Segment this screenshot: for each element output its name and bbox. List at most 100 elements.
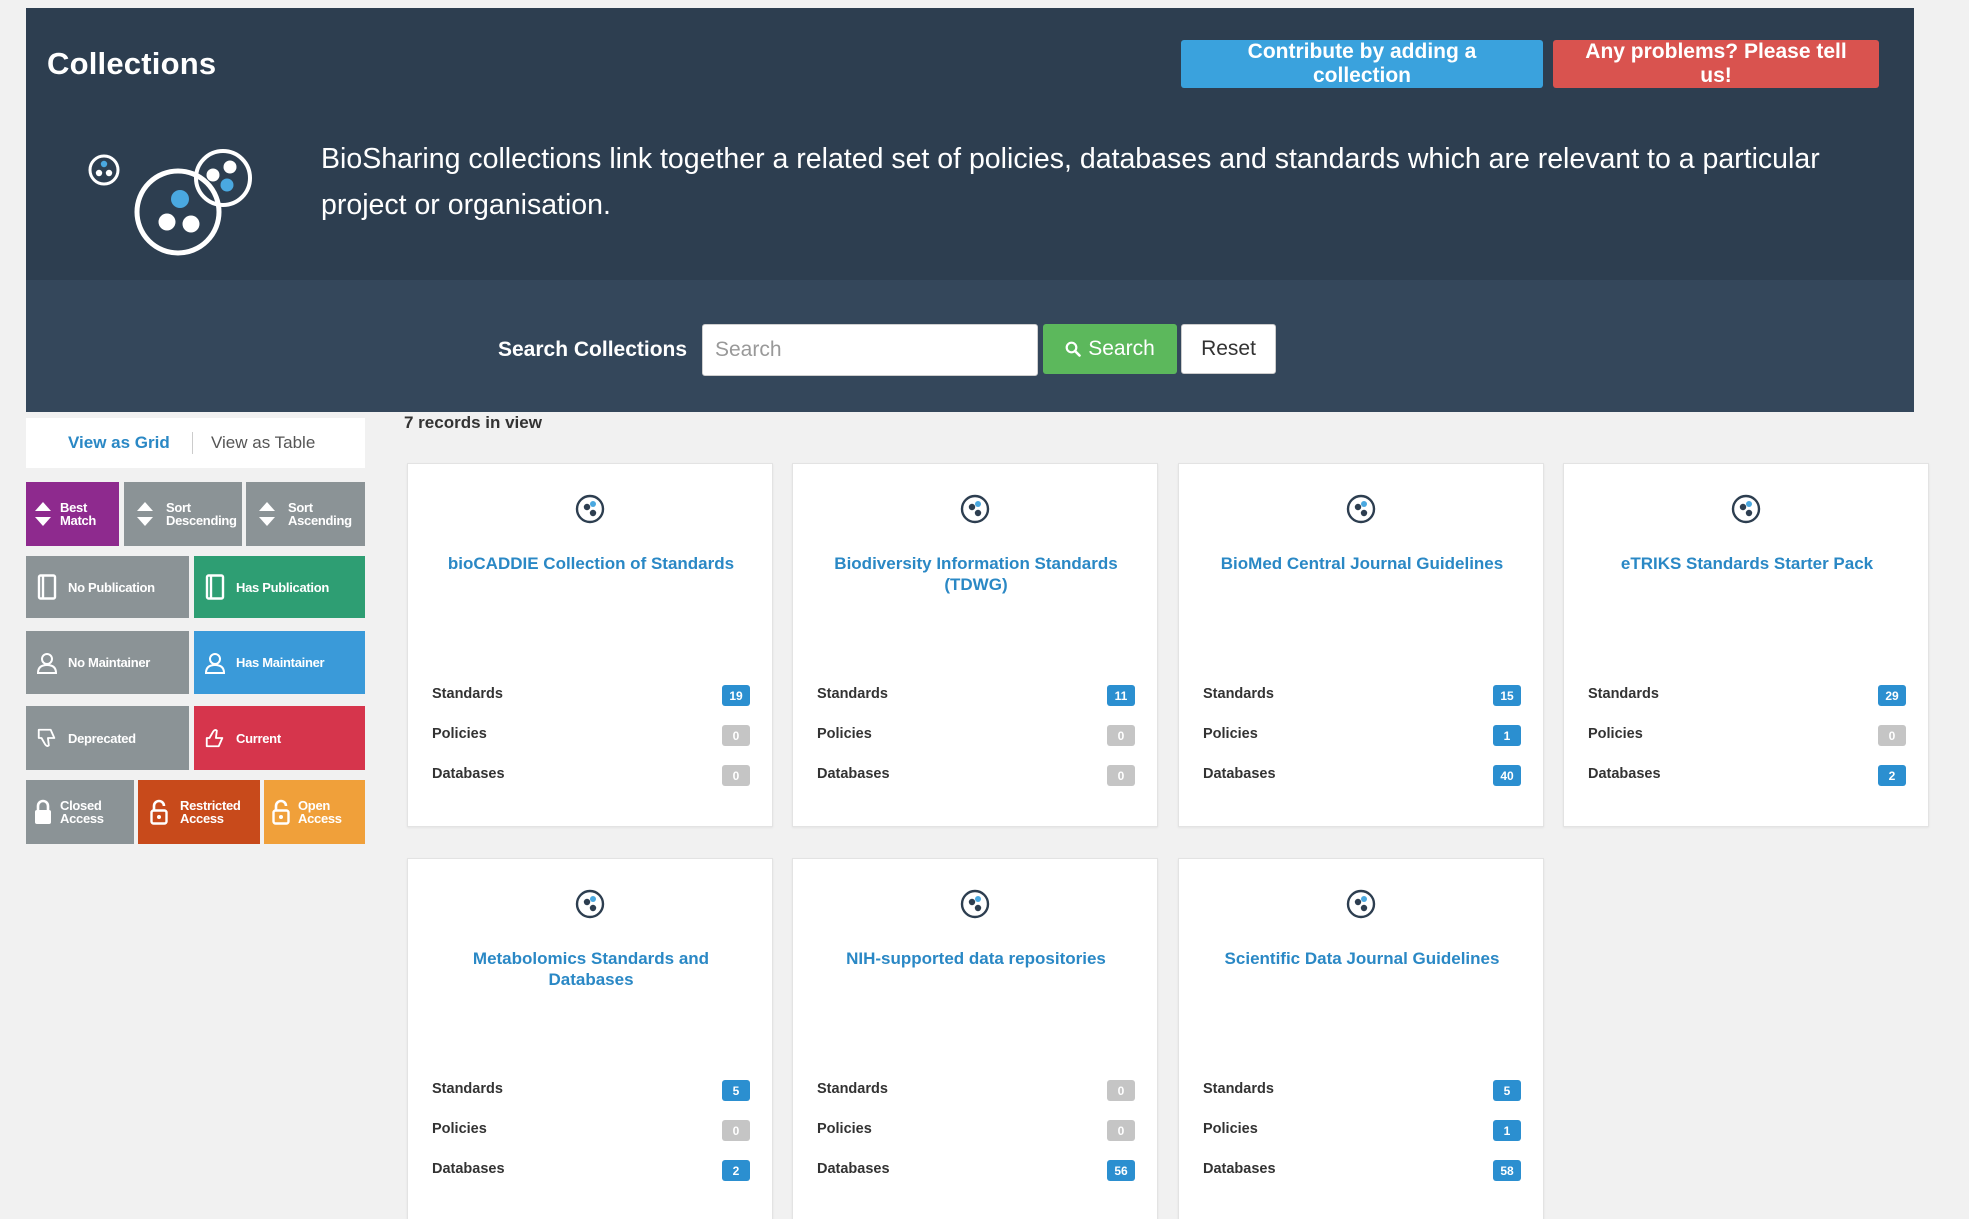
count-label: Standards [1203, 1081, 1274, 1097]
filter-current-button[interactable]: Current [194, 706, 365, 770]
count-label: Policies [1203, 726, 1258, 742]
count-badge: 5 [1493, 1080, 1521, 1101]
collection-card[interactable]: NIH-supported data repositories Standards… [792, 858, 1158, 1219]
count-label: Standards [817, 1081, 888, 1097]
filter-best-match-button[interactable]: Best Match [26, 482, 119, 546]
sort-arrows-icon [134, 501, 156, 527]
filter-has-publication-button[interactable]: Has Publication [194, 556, 365, 618]
collection-title[interactable]: Biodiversity Information Standards (TDWG… [815, 553, 1137, 595]
filter-label-line: Access [180, 811, 224, 826]
count-row-standards: Standards 15 [1203, 683, 1521, 707]
collection-card[interactable]: Biodiversity Information Standards (TDWG… [792, 463, 1158, 827]
record-count: 7 records in view [404, 413, 542, 432]
view-as-table-link[interactable]: View as Table [211, 433, 315, 453]
count-badge: 19 [722, 685, 750, 706]
collection-icon [1346, 889, 1376, 919]
user-icon [36, 650, 58, 676]
filter-label: Closed Access [60, 799, 104, 825]
collection-title[interactable]: Scientific Data Journal Guidelines [1201, 948, 1523, 969]
view-toggle: View as Grid View as Table [26, 418, 365, 468]
count-row-standards: Standards 19 [432, 683, 750, 707]
filter-label-line: Current [236, 730, 281, 746]
collection-icon [575, 889, 605, 919]
collection-icon [960, 889, 990, 919]
count-label: Policies [817, 1121, 872, 1137]
count-label: Databases [1203, 1161, 1276, 1177]
filter-label: Deprecated [68, 732, 136, 745]
filter-label-line: Access [298, 811, 342, 826]
count-badge: 0 [722, 765, 750, 786]
count-label: Policies [817, 726, 872, 742]
view-as-grid-link[interactable]: View as Grid [68, 433, 170, 453]
collections-small-logo-icon [194, 149, 252, 207]
filter-label: Current [236, 732, 281, 745]
collection-title[interactable]: Metabolomics Standards and Databases [430, 948, 752, 990]
book-icon [204, 574, 226, 600]
collection-card[interactable]: eTRIKS Standards Starter Pack Standards 29… [1563, 463, 1929, 827]
lock-closed-icon [32, 799, 54, 825]
search-icon [1065, 341, 1082, 357]
collection-title[interactable]: BioMed Central Journal Guidelines [1201, 553, 1523, 574]
count-badge: 58 [1493, 1160, 1521, 1181]
collection-card[interactable]: bioCADDIE Collection of Standards Standar… [407, 463, 773, 827]
search-button[interactable]: Search [1043, 324, 1177, 374]
collections-page: Collections Contribute by adding a colle… [0, 0, 1969, 1219]
count-label: Policies [432, 1121, 487, 1137]
collections-intro-text: BioSharing collections link together a r… [321, 143, 1820, 221]
count-row-standards: Standards 5 [1203, 1078, 1521, 1102]
filter-no-publication-button[interactable]: No Publication [26, 556, 189, 618]
search-button-label: Search [1088, 337, 1155, 360]
reset-button[interactable]: Reset [1181, 324, 1276, 374]
collection-card[interactable]: BioMed Central Journal Guidelines Standar… [1178, 463, 1544, 827]
sort-arrows-icon [32, 501, 54, 527]
collection-title[interactable]: NIH-supported data repositories [815, 948, 1137, 969]
count-label: Standards [1203, 686, 1274, 702]
count-badge: 0 [722, 1120, 750, 1141]
filter-label-line: Match [60, 513, 97, 528]
filter-label-line: Has Publication [236, 579, 330, 595]
count-row-policies: Policies 0 [1588, 723, 1906, 747]
count-badge: 2 [722, 1160, 750, 1181]
count-badge: 1 [1493, 725, 1521, 746]
count-label: Databases [1203, 766, 1276, 782]
count-badge: 0 [1878, 725, 1906, 746]
count-label: Databases [432, 1161, 505, 1177]
filter-label-line: Deprecated [68, 730, 136, 746]
count-label: Databases [432, 766, 505, 782]
filter-label-line: Descending [166, 513, 237, 528]
collection-card[interactable]: Scientific Data Journal Guidelines Standa… [1178, 858, 1544, 1219]
collection-icon [1731, 494, 1761, 524]
count-label: Databases [817, 766, 890, 782]
filter-deprecated-button[interactable]: Deprecated [26, 706, 189, 770]
collection-card[interactable]: Metabolomics Standards and Databases Stan… [407, 858, 773, 1219]
search-input[interactable] [702, 324, 1038, 376]
collection-title[interactable]: bioCADDIE Collection of Standards [430, 553, 752, 574]
filter-label: Best Match [60, 501, 96, 527]
filter-closed-access-button[interactable]: Closed Access [26, 780, 134, 844]
filter-label: Open Access [298, 799, 342, 825]
user-icon [204, 650, 226, 676]
filter-label-line: No Publication [68, 579, 155, 595]
count-badge: 0 [722, 725, 750, 746]
filter-label-line: Ascending [288, 513, 352, 528]
count-badge: 56 [1107, 1160, 1135, 1181]
report-problem-button[interactable]: Any problems? Please tell us! [1553, 40, 1879, 88]
count-badge: 15 [1493, 685, 1521, 706]
count-badge: 0 [1107, 1120, 1135, 1141]
collection-icon [575, 494, 605, 524]
filter-sort-descending-button[interactable]: Sort Descending [124, 482, 242, 546]
count-label: Standards [1588, 686, 1659, 702]
filter-open-access-button[interactable]: Open Access [264, 780, 365, 844]
filter-no-maintainer-button[interactable]: No Maintainer [26, 631, 189, 694]
filter-restricted-access-button[interactable]: Restricted Access [138, 780, 260, 844]
filter-sort-ascending-button[interactable]: Sort Ascending [246, 482, 365, 546]
count-row-databases: Databases 0 [817, 763, 1135, 787]
filter-has-maintainer-button[interactable]: Has Maintainer [194, 631, 365, 694]
count-label: Standards [432, 1081, 503, 1097]
count-row-standards: Standards 5 [432, 1078, 750, 1102]
contribute-collection-button[interactable]: Contribute by adding a collection [1181, 40, 1543, 88]
count-row-policies: Policies 0 [432, 723, 750, 747]
collection-title[interactable]: eTRIKS Standards Starter Pack [1586, 553, 1908, 574]
count-badge: 5 [722, 1080, 750, 1101]
filter-label: Sort Descending [166, 501, 237, 527]
